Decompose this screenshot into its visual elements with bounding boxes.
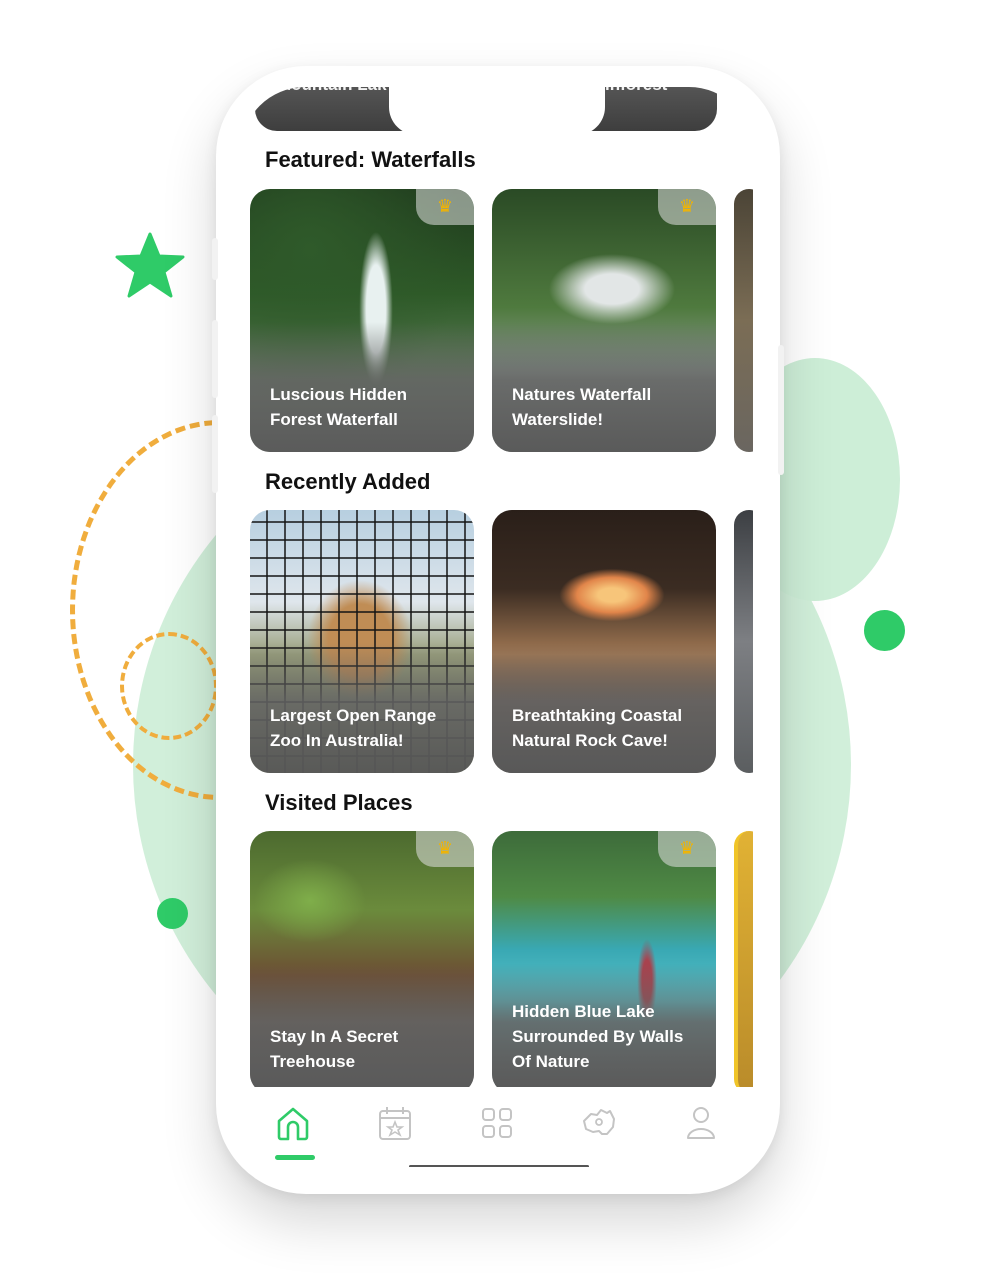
place-card[interactable]: ♛ Natures Waterfall Waterslide! [492,189,716,452]
card-title: Breathtaking Coastal Natural Rock Cave! [512,706,683,750]
section-title-visited: Visited Places [265,790,413,815]
place-card[interactable]: ♛ Luscious Hidden Forest Waterfall [250,189,474,452]
place-card-partial[interactable] [734,510,753,773]
calendar-star-icon[interactable] [373,1101,417,1145]
side-button [212,415,218,493]
card-title: Largest Open Range Zoo In Australia! [270,706,437,750]
crown-icon: ♛ [658,189,716,225]
place-card[interactable]: Largest Open Range Zoo In Australia! [250,510,474,773]
side-button [212,238,218,280]
card-title: Stay In A Secret Treehouse [270,1027,399,1071]
category-label: inforest [605,87,667,95]
place-card[interactable]: ♛ Hidden Blue Lake Surrounded By Walls O… [492,831,716,1094]
place-card-partial[interactable] [734,189,753,452]
active-tab-indicator [275,1155,315,1160]
profile-icon[interactable] [679,1101,723,1145]
star-icon [115,232,185,298]
crown-icon: ♛ [416,831,474,867]
place-card[interactable]: ♛ Stay In A Secret Treehouse [250,831,474,1094]
card-title: Hidden Blue Lake Surrounded By Walls Of … [512,1002,684,1071]
crown-icon: ♛ [416,189,474,225]
visited-row[interactable]: ♛ Stay In A Secret Treehouse ♛ Hidden Bl… [250,831,753,1094]
section-title-featured: Featured: Waterfalls [265,147,476,172]
australia-map-icon[interactable] [577,1101,621,1145]
bottom-tab-bar [241,1087,753,1167]
category-label: Mountain Lak [277,87,387,95]
section-title-recent: Recently Added [265,469,431,494]
grid-icon[interactable] [475,1101,519,1145]
side-button [212,320,218,398]
place-card[interactable]: Breathtaking Coastal Natural Rock Cave! [492,510,716,773]
green-dot [157,898,188,929]
featured-row[interactable]: ♛ Luscious Hidden Forest Waterfall ♛ Nat… [250,189,753,452]
green-dot [864,610,905,651]
place-card-partial[interactable] [734,831,753,1094]
card-title: Natures Waterfall Waterslide! [512,385,652,429]
dashed-circle-small [120,632,218,740]
side-button [778,345,784,475]
crown-icon: ♛ [658,831,716,867]
card-title: Luscious Hidden Forest Waterfall [270,385,407,429]
recent-row[interactable]: Largest Open Range Zoo In Australia! Bre… [250,510,753,773]
phone-notch [389,87,605,135]
app-screen: Mountain Lak inforest Featured: Waterfal… [241,87,753,1167]
home-indicator [409,1165,589,1167]
home-icon[interactable] [271,1101,315,1145]
